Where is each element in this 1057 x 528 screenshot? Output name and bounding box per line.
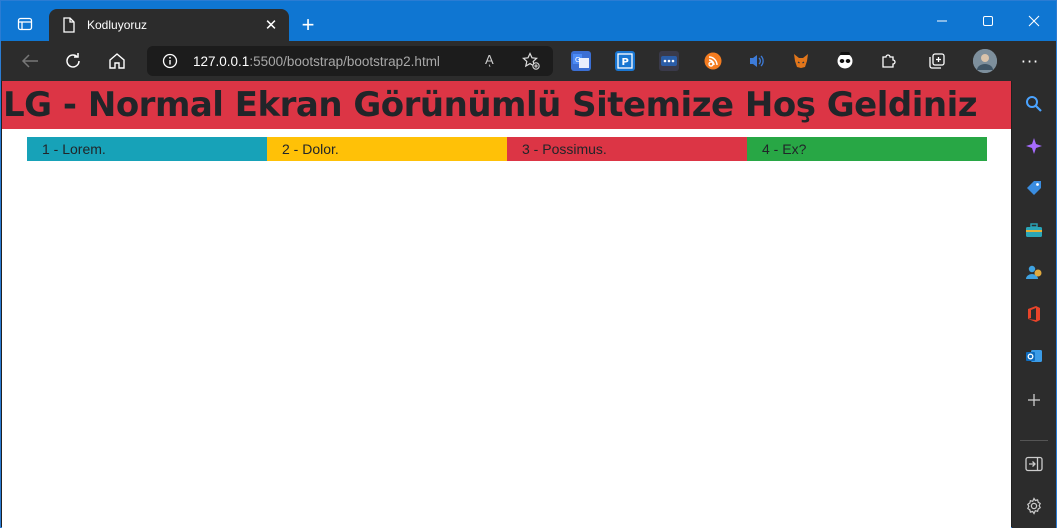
gear-icon[interactable] [1023, 495, 1045, 517]
read-aloud-icon[interactable]: Aͅ [485, 52, 494, 67]
toolbox-icon[interactable] [1023, 219, 1045, 241]
add-favorite-icon[interactable] [521, 51, 541, 71]
sidebar-divider [1020, 440, 1048, 441]
home-icon[interactable] [103, 47, 131, 75]
svg-text:G: G [575, 56, 580, 64]
tab-actions-icon[interactable] [11, 11, 39, 37]
rss-extension-icon[interactable] [703, 51, 723, 71]
people-icon[interactable] [1023, 261, 1045, 283]
url-path: :5500/bootstrap/bootstrap2.html [249, 53, 440, 69]
column-3: 3 - Possimus. [507, 137, 747, 161]
address-bar[interactable]: 127.0.0.1:5500/bootstrap/bootstrap2.html… [147, 46, 553, 76]
column-4: 4 - Ex? [747, 137, 987, 161]
url-text: 127.0.0.1:5500/bootstrap/bootstrap2.html [193, 54, 440, 69]
p-extension-icon[interactable]: P [615, 51, 635, 71]
fox-extension-icon[interactable] [791, 51, 811, 71]
collections-icon[interactable] [927, 51, 947, 71]
browser-toolbar: 127.0.0.1:5500/bootstrap/bootstrap2.html… [1, 41, 1056, 81]
close-window-icon[interactable] [1011, 1, 1057, 41]
page-heading: LG - Normal Ekran Görünümlü Sitemize Hoş… [2, 81, 1011, 129]
plus-icon[interactable] [1023, 389, 1045, 411]
office-icon[interactable] [1023, 303, 1045, 325]
info-icon[interactable] [161, 52, 179, 70]
sidebar-toggle-icon[interactable] [1023, 453, 1045, 475]
more-options-icon[interactable]: ··· [1019, 51, 1041, 71]
sparkle-icon[interactable] [1023, 135, 1045, 157]
sound-extension-icon[interactable] [747, 51, 767, 71]
profile-avatar[interactable] [973, 49, 997, 73]
minimize-icon[interactable] [919, 1, 965, 41]
tag-icon[interactable] [1023, 177, 1045, 199]
column-1: 1 - Lorem. [27, 137, 267, 161]
puzzle-icon[interactable] [879, 51, 899, 71]
page-icon [61, 17, 77, 33]
title-bar: Kodluyoruz ✕ + [1, 1, 1056, 41]
back-icon[interactable] [16, 47, 44, 75]
page-viewport: LG - Normal Ekran Görünümlü Sitemize Hoş… [2, 81, 1011, 528]
browser-window: Kodluyoruz ✕ + 127.0.0.1:5500/bootstrap/… [0, 0, 1057, 528]
reload-icon[interactable] [59, 47, 87, 75]
close-tab-icon[interactable]: ✕ [261, 15, 281, 35]
url-host: 127.0.0.1 [193, 53, 250, 69]
dots-extension-icon[interactable] [659, 51, 679, 71]
column-2: 2 - Dolor. [267, 137, 507, 161]
panda-extension-icon[interactable] [835, 51, 855, 71]
active-tab[interactable]: Kodluyoruz ✕ [49, 9, 289, 41]
translate-extension-icon[interactable]: G [571, 51, 591, 71]
outlook-icon[interactable] [1023, 345, 1045, 367]
svg-text:P: P [622, 57, 629, 68]
edge-sidebar [1012, 81, 1056, 528]
tab-title: Kodluyoruz [87, 18, 148, 32]
maximize-icon[interactable] [965, 1, 1011, 41]
search-icon[interactable] [1023, 93, 1045, 115]
column-row: 1 - Lorem. 2 - Dolor. 3 - Possimus. 4 - … [27, 137, 987, 161]
new-tab-button[interactable]: + [296, 12, 320, 37]
